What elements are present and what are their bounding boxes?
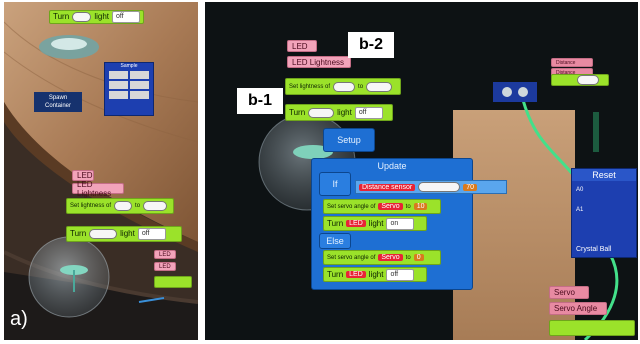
state-dropdown[interactable]: off: [112, 11, 140, 23]
state-dropdown[interactable]: off: [137, 228, 166, 240]
set-lightness-label: Set lightness of: [289, 83, 331, 90]
update-label: Update: [377, 161, 407, 171]
set-lightness-block[interactable]: Set lightness of to: [285, 78, 401, 95]
set-lightness-label: Set lightness of: [70, 203, 112, 209]
photo-panel-b: LED LED Lightness Set lightness of to Tu…: [205, 2, 638, 340]
crystal-ball-label: Crystal Ball: [576, 246, 612, 253]
led-block[interactable]: LED: [287, 40, 317, 52]
servo-green-block[interactable]: [549, 320, 635, 336]
pin-a0: A0: [576, 187, 584, 193]
servo-target: Servo: [378, 203, 403, 210]
led-tag-small-2[interactable]: LED: [154, 262, 176, 271]
turn-light-block[interactable]: Turn light off: [285, 104, 393, 121]
slot: [89, 229, 118, 239]
set-lightness-block[interactable]: Set lightness of to: [66, 198, 174, 214]
pin-a1: A1: [576, 207, 584, 213]
light-label: light: [368, 218, 384, 228]
led-lightness-block[interactable]: LED Lightness: [72, 180, 124, 198]
distance-green-block[interactable]: [551, 74, 609, 86]
arduino-board-b: Reset A0 A1 Crystal Ball: [571, 168, 637, 258]
slot: [418, 182, 461, 192]
servo-target: Servo: [378, 254, 403, 261]
light-label: light: [94, 12, 109, 21]
panel-a-label: a): [10, 308, 28, 330]
setup-block[interactable]: Setup: [323, 128, 375, 152]
arduino-board: Sample: [104, 62, 154, 116]
slot: [72, 12, 92, 22]
servo-angle-label: Set servo angle of: [327, 203, 376, 210]
if-condition[interactable]: Distance sensor 70: [355, 180, 507, 194]
small-green-block[interactable]: [154, 276, 192, 288]
photo-panel-a: Turn light off Sample Spawn Container LE…: [4, 2, 198, 340]
turn-light-block-top[interactable]: Turn light off: [49, 10, 144, 24]
if-label: If: [319, 172, 351, 196]
state-dropdown[interactable]: on: [386, 217, 415, 230]
state-dropdown[interactable]: off: [354, 106, 383, 119]
slot: [114, 201, 133, 211]
turn-label: Turn: [327, 218, 344, 228]
else-turn-block[interactable]: Turn LED light off: [323, 267, 427, 282]
turn-light-block[interactable]: Turn light off: [66, 226, 182, 242]
spawn-container-button[interactable]: Spawn Container: [34, 92, 82, 112]
to-label: to: [405, 254, 411, 261]
servo-value: 0: [413, 254, 424, 261]
condition-value: 70: [463, 183, 477, 191]
led-target: LED: [346, 271, 366, 278]
servo-angle-label: Set servo angle of: [327, 254, 376, 261]
slot: [577, 75, 599, 85]
else-servo-block[interactable]: Set servo angle of Servo to 0: [323, 250, 441, 265]
if-turn-block[interactable]: Turn LED light on: [323, 216, 427, 231]
turn-label: Turn: [53, 12, 70, 21]
light-label: light: [120, 229, 135, 238]
slot: [333, 81, 356, 92]
servo-value: 10: [413, 203, 428, 210]
to-label: to: [358, 83, 364, 90]
else-label: Else: [319, 233, 351, 249]
condition-sensor: Distance sensor: [359, 183, 416, 191]
if-servo-block[interactable]: Set servo angle of Servo to 10: [323, 199, 441, 214]
to-label: to: [135, 203, 141, 209]
led-lightness-block[interactable]: LED Lightness: [287, 56, 351, 68]
turn-label: Turn: [289, 107, 306, 117]
label-b1: b-1: [237, 88, 283, 114]
distance-tag-1[interactable]: Distance: [551, 58, 593, 67]
to-label: to: [405, 203, 411, 210]
slot: [308, 107, 335, 118]
led-tag-small-1[interactable]: LED: [154, 250, 176, 259]
servo-angle-block[interactable]: Servo Angle: [549, 302, 607, 315]
led-target: LED: [346, 220, 366, 227]
turn-label: Turn: [327, 269, 344, 279]
servo-block[interactable]: Servo: [549, 286, 589, 299]
slot: [366, 81, 393, 92]
turn-label: Turn: [70, 229, 87, 238]
light-label: light: [337, 107, 352, 117]
reset-button[interactable]: Reset: [572, 169, 636, 181]
slot: [143, 201, 168, 211]
light-label: light: [368, 269, 384, 279]
state-dropdown[interactable]: off: [386, 268, 415, 281]
label-b2: b-2: [348, 32, 394, 58]
vr-scene-a-background: [4, 2, 198, 340]
